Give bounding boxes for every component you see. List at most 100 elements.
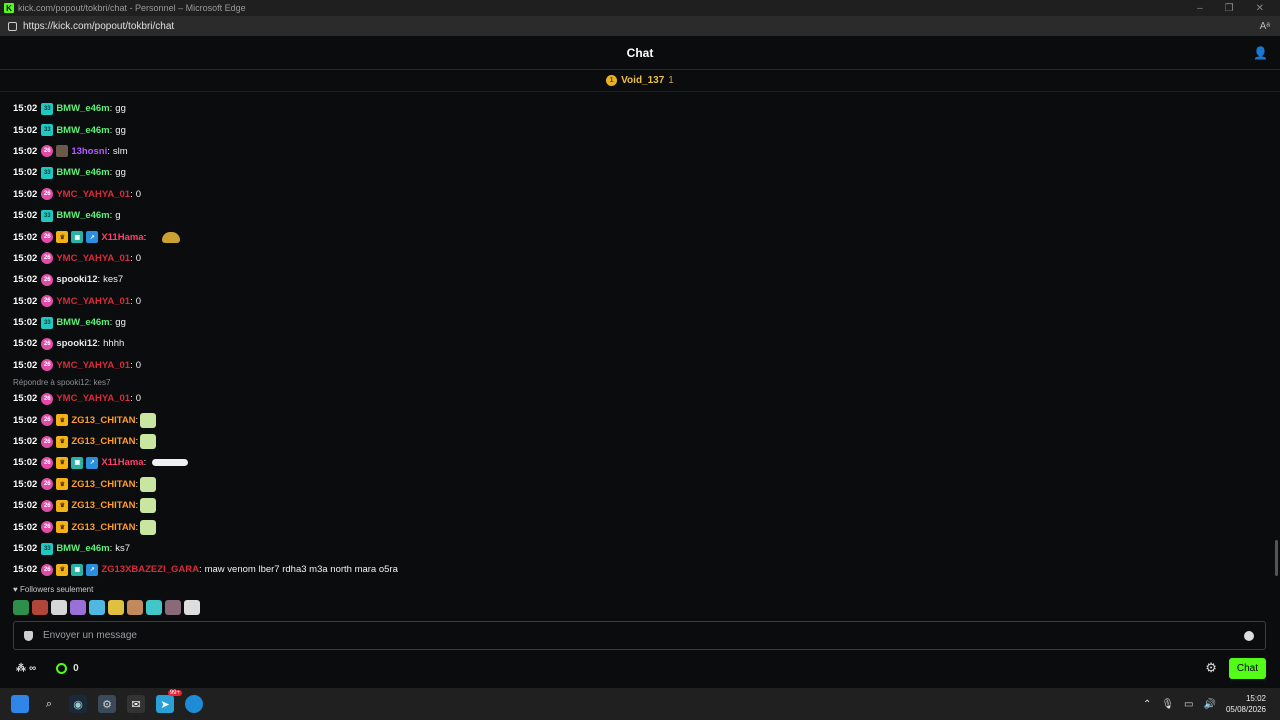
quick-emote-icon[interactable] <box>32 600 48 615</box>
quick-emote-icon[interactable] <box>13 600 29 615</box>
chat-message[interactable]: 15:02 26 YMC_YAHYA_01:0 <box>13 355 1270 376</box>
pink-badge-icon[interactable]: 26 <box>41 414 54 427</box>
message-username[interactable]: YMC_YAHYA_01 <box>56 393 130 404</box>
quick-emote-icon[interactable] <box>89 600 105 615</box>
chat-message[interactable]: 15:02 26 YMC_YAHYA_01:0 <box>13 291 1270 312</box>
message-username[interactable]: ZG13XBAZEZI_GARA <box>101 564 199 575</box>
read-aloud-icon[interactable]: Aᵃ <box>1260 21 1270 32</box>
crown-badge-icon[interactable]: ♛ <box>56 456 69 469</box>
microphone-icon[interactable]: 🎙 <box>1161 699 1174 710</box>
tv-badge-icon[interactable]: ▣ <box>71 563 84 576</box>
channel-points[interactable]: 0 <box>56 662 79 674</box>
pink-badge-icon[interactable]: 26 <box>41 273 54 286</box>
chat-message[interactable]: 15:02 33 BMW_e46m: g <box>13 205 1270 226</box>
pink-badge-icon[interactable]: 26 <box>41 478 54 491</box>
chat-message[interactable]: 15:02 33 BMW_e46m: gg <box>13 98 1270 119</box>
chat-message[interactable]: 15:02 26 ♛ ZG13_CHITAN: <box>13 431 1270 452</box>
chat-message[interactable]: 15:02 26 ♛ ▣ ↗ ZG13XBAZEZI_GARA: maw venom lbe… <box>13 559 1270 580</box>
minimize-icon[interactable]: – <box>1197 3 1203 14</box>
windows-start-icon[interactable] <box>11 695 29 713</box>
address-bar[interactable]: https://kick.com/popout/tokbri/chat Aᵃ <box>0 16 1280 36</box>
lock-icon[interactable] <box>8 21 17 31</box>
chat-message[interactable]: 15:02 26 13hosni: slm <box>13 141 1270 162</box>
message-username[interactable]: spooki12 <box>56 274 97 285</box>
message-username[interactable]: X11Hama <box>101 232 143 243</box>
message-username[interactable]: spooki12 <box>56 338 97 349</box>
pink-badge-icon[interactable]: 26 <box>41 295 54 308</box>
message-username[interactable]: BMW_e46m <box>56 103 109 114</box>
pink-badge-icon[interactable]: 26 <box>41 145 54 158</box>
pinned-name[interactable]: Void_137 <box>621 75 664 86</box>
quick-emote-icon[interactable] <box>146 600 162 615</box>
pink-badge-icon[interactable]: 26 <box>41 252 54 265</box>
cyan-badge-icon[interactable]: 33 <box>41 124 54 137</box>
chat-message[interactable]: 15:02 33 BMW_e46m: gg <box>13 312 1270 333</box>
message-username[interactable]: BMW_e46m <box>56 125 109 136</box>
edge-icon[interactable] <box>185 695 203 713</box>
crown-badge-icon[interactable]: ♛ <box>56 563 69 576</box>
users-icon[interactable]: 👤 <box>1253 46 1268 60</box>
message-input-box[interactable] <box>13 621 1266 650</box>
pink-badge-icon[interactable]: 26 <box>41 521 54 534</box>
quick-emote-icon[interactable] <box>108 600 124 615</box>
steam-icon[interactable]: ◉ <box>69 695 87 713</box>
pink-badge-icon[interactable]: 26 <box>41 456 54 469</box>
message-username[interactable]: YMC_YAHYA_01 <box>56 296 130 307</box>
cyan-badge-icon[interactable]: 33 <box>41 316 54 329</box>
chevron-up-icon[interactable]: ⌃ <box>1143 699 1151 710</box>
crown-badge-icon[interactable]: ♛ <box>56 478 69 491</box>
chat-message[interactable]: 15:02 26 ♛ ▣ ↗ X11Hama: <box>13 226 1270 247</box>
message-username[interactable]: YMC_YAHYA_01 <box>56 253 130 264</box>
clock[interactable]: 15:02 05/08/2026 <box>1226 693 1266 715</box>
chat-message[interactable]: 15:02 26 ♛ ZG13_CHITAN: <box>13 495 1270 516</box>
message-username[interactable]: YMC_YAHYA_01 <box>56 189 130 200</box>
message-input[interactable] <box>43 630 1244 641</box>
crown-badge-icon[interactable]: ♛ <box>56 499 69 512</box>
cyan-badge-icon[interactable]: 33 <box>41 542 54 555</box>
cyan-badge-icon[interactable]: 33 <box>41 102 54 115</box>
crown-badge-icon[interactable]: ♛ <box>56 414 69 427</box>
url-text[interactable]: https://kick.com/popout/tokbri/chat <box>23 21 174 32</box>
gear-icon[interactable]: ⚙ <box>1205 660 1217 676</box>
message-username[interactable]: 13hosni <box>71 146 107 157</box>
pinned-gifter[interactable]: 1 Void_137 1 <box>0 70 1280 92</box>
cyan-badge-icon[interactable]: 33 <box>41 166 54 179</box>
quick-emote-icon[interactable] <box>51 600 67 615</box>
arrow-badge-icon[interactable]: ↗ <box>86 456 99 469</box>
crown-badge-icon[interactable]: ♛ <box>56 435 69 448</box>
volume-icon[interactable]: 🔊 <box>1204 699 1216 710</box>
message-username[interactable]: BMW_e46m <box>56 210 109 221</box>
chat-message[interactable]: 15:02 33 BMW_e46m: ks7 <box>13 538 1270 559</box>
quick-emote-icon[interactable] <box>127 600 143 615</box>
chat-message[interactable]: 15:02 26 YMC_YAHYA_01:0 <box>13 248 1270 269</box>
app-icon[interactable]: ✉ <box>127 695 145 713</box>
close-icon[interactable]: ✕ <box>1256 3 1264 14</box>
quick-emote-icon[interactable] <box>70 600 86 615</box>
chat-message[interactable]: 15:02 26 ♛ ▣ ↗ X11Hama: <box>13 452 1270 473</box>
infinity-indicator[interactable]: ⁂ ∞ <box>16 663 36 674</box>
crown-badge-icon[interactable]: ♛ <box>56 521 69 534</box>
scrollbar[interactable] <box>1275 540 1278 576</box>
chat-message[interactable]: 15:02 26 YMC_YAHYA_01:0 <box>13 184 1270 205</box>
pink-badge-icon[interactable]: 26 <box>41 359 54 372</box>
crown-badge-icon[interactable]: ♛ <box>56 231 69 244</box>
chat-message[interactable]: 15:02 26 YMC_YAHYA_01:0 <box>13 388 1270 409</box>
chat-message[interactable]: 15:02 26 spooki12: hhhh <box>13 333 1270 354</box>
avatar-badge-icon[interactable] <box>56 145 69 158</box>
pink-badge-icon[interactable]: 26 <box>41 435 54 448</box>
settings-app-icon[interactable]: ⚙ <box>98 695 116 713</box>
pink-badge-icon[interactable]: 26 <box>41 392 54 405</box>
reply-reference[interactable]: Répondre à spooki12: kes7 <box>13 376 1270 388</box>
display-icon[interactable]: ▭ <box>1184 699 1193 710</box>
chat-message[interactable]: 15:02 26 ♛ ZG13_CHITAN: <box>13 516 1270 537</box>
message-username[interactable]: ZG13_CHITAN <box>71 479 135 490</box>
chat-message[interactable]: 15:02 26 ♛ ZG13_CHITAN: <box>13 474 1270 495</box>
chat-message[interactable]: 15:02 26 spooki12: kes7 <box>13 269 1270 290</box>
message-username[interactable]: BMW_e46m <box>56 543 109 554</box>
chat-message[interactable]: 15:02 26 ♛ ZG13_CHITAN: <box>13 409 1270 430</box>
message-username[interactable]: YMC_YAHYA_01 <box>56 360 130 371</box>
message-username[interactable]: X11Hama <box>101 457 143 468</box>
chat-send-button[interactable]: Chat <box>1228 657 1266 679</box>
search-icon[interactable]: ⌕ <box>40 695 58 713</box>
tv-badge-icon[interactable]: ▣ <box>71 231 84 244</box>
